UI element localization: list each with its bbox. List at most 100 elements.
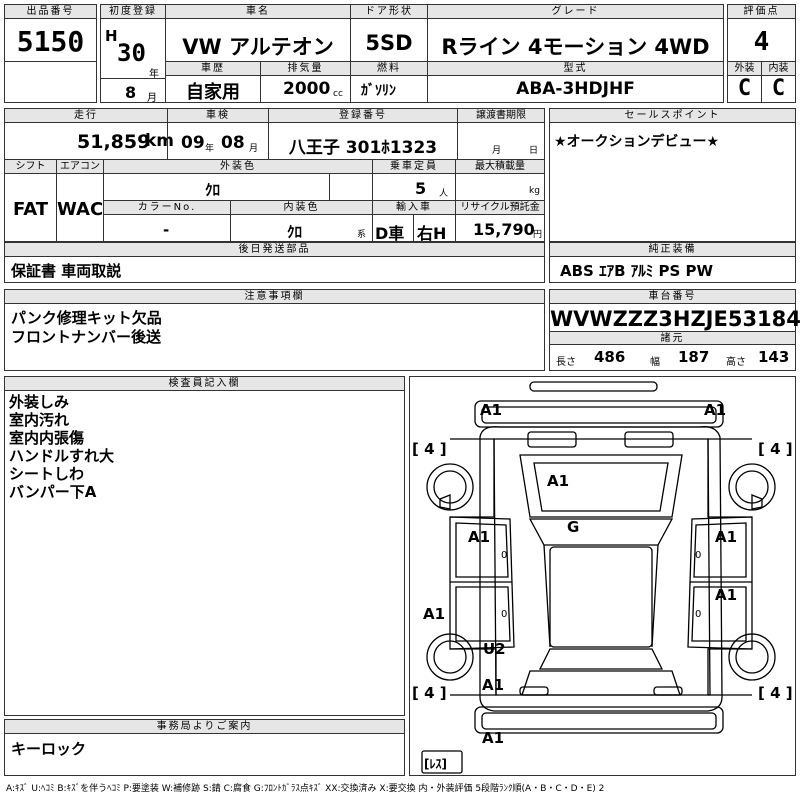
zero-mark: 0	[695, 609, 702, 620]
inspection-year-unit: 年	[205, 144, 215, 154]
first-registration-label: 初度登録	[101, 5, 165, 19]
genuine-equipment-text: ABS ｴｱB ｱﾙﾐ PS PW	[560, 262, 714, 280]
damage-mark: A1	[423, 605, 446, 623]
details-block: 走行 51,859 km 車検 09 年 08 月 登録番号 八王子 301ﾎ1…	[4, 108, 545, 243]
width-label: 幅	[650, 357, 660, 368]
color-no-label: カラーNo.	[104, 201, 230, 215]
later-parts-box: 後日発送部品 保証書 車両取説	[4, 242, 545, 283]
mileage-label: 走行	[5, 109, 167, 123]
grade-label: グレード	[428, 5, 723, 19]
inspector-label: 検査員記入欄	[5, 377, 404, 391]
door-label: ドア形状	[351, 5, 427, 19]
sales-point-label: セールスポイント	[550, 109, 795, 123]
tire-right-rear: [ 4 ]	[758, 684, 793, 702]
score-box: 評価点 4	[727, 4, 796, 62]
car-name-value: VW アルテオン	[182, 35, 334, 59]
inspector-line: 外装しみ	[9, 393, 70, 411]
exterior-rating-box: 外装 C	[727, 61, 762, 103]
door-box: ドア形状 5SD	[350, 4, 428, 62]
first-registration-box: 初度登録 H 30 年 8 月	[100, 4, 166, 104]
score-value: 4	[753, 27, 770, 57]
fuel-box: 燃料 ｶﾞｿﾘﾝ	[350, 61, 428, 103]
displacement-label: 排気量	[261, 62, 350, 76]
registration-year-value: 30	[117, 39, 146, 67]
damage-diagram-box: [ 4 ] [ 4 ] [ 4 ] [ 4 ] [ﾚｽ] A1 A1 A1 G …	[409, 376, 796, 776]
height-value: 143	[758, 348, 790, 366]
lot-number-box: 出品番号 5150	[4, 4, 97, 62]
mileage-unit: km	[145, 131, 175, 151]
displacement-value: 2000	[283, 79, 331, 99]
tire-right-front: [ 4 ]	[758, 440, 793, 458]
interior-rating-box: 内装 C	[761, 61, 796, 103]
interior-rating-value: C	[771, 76, 786, 101]
car-name-box: 車名 VW アルテオン	[165, 4, 351, 62]
fuel-label: 燃料	[351, 62, 427, 76]
door-value: 5SD	[365, 31, 413, 55]
inspection-year-value: 09	[181, 133, 205, 153]
fuel-value: ｶﾞｿﾘﾝ	[361, 83, 396, 99]
damage-mark: A1	[704, 401, 727, 419]
inspector-line: シートしわ	[9, 465, 85, 483]
import-value-2: 右H	[417, 224, 447, 243]
recycle-value: 15,790	[473, 220, 535, 239]
shift-value: FAT	[12, 199, 49, 220]
inspector-box: 検査員記入欄 外装しみ 室内汚れ 室内内張傷 ハンドルすれ大 シートしわ バンパ…	[4, 376, 405, 716]
length-label: 長さ	[556, 357, 576, 368]
damage-mark: A1	[468, 528, 491, 546]
capacity-label: 乗車定員	[373, 160, 455, 174]
inspection-month-unit: 月	[249, 144, 259, 154]
plate-value: 八王子 301ﾎ1323	[288, 138, 438, 158]
displacement-box: 排気量 2000 cc	[260, 61, 351, 103]
damage-mark: A1	[715, 528, 738, 546]
ac-label: エアコン	[57, 160, 103, 174]
capacity-value: 5	[415, 179, 427, 198]
exterior-rating-label: 外装	[728, 62, 761, 76]
score-label: 評価点	[728, 5, 795, 19]
inspector-line: 室内汚れ	[9, 411, 70, 429]
damage-mark: A1	[482, 729, 505, 747]
lot-number-label: 出品番号	[5, 5, 96, 19]
car-name-label: 車名	[166, 5, 350, 19]
damage-mark: U2	[483, 640, 506, 658]
mileage-value: 51,859	[77, 131, 151, 153]
model-value: ABA-3HDJHF	[516, 79, 635, 99]
width-value: 187	[678, 348, 710, 366]
zero-mark: 0	[695, 550, 702, 561]
model-label: 型式	[428, 62, 723, 76]
grade-box: グレード Rライン 4モーション 4WD	[427, 4, 724, 62]
month-unit: 月	[147, 93, 157, 104]
damage-mark: A1	[547, 472, 570, 490]
inspector-line: バンパー下A	[9, 483, 97, 501]
length-value: 486	[594, 348, 626, 366]
shift-label: シフト	[5, 160, 56, 174]
inspector-line: ハンドルすれ大	[9, 447, 115, 465]
int-color-label: 内装色	[231, 201, 372, 215]
history-box: 車歴 自家用	[165, 61, 261, 103]
zero-mark: 0	[501, 550, 508, 561]
ext-color-label: 外装色	[104, 160, 372, 174]
transfer-day-unit: 日	[529, 146, 539, 156]
office-label: 事務局よりご案内	[5, 720, 404, 734]
dims-label: 諸元	[550, 331, 795, 345]
color-no-value: -	[163, 221, 170, 239]
recycle-label: リサイクル預託金	[456, 201, 544, 215]
car-body-diagram	[421, 381, 776, 774]
grade-value: Rライン 4モーション 4WD	[441, 35, 710, 59]
transfer-deadline-label: 譲渡書期限	[458, 109, 544, 123]
lot-blank-box	[4, 61, 97, 103]
model-box: 型式 ABA-3HDJHF	[427, 61, 724, 103]
height-label: 高さ	[726, 357, 746, 368]
notes-label: 注意事項欄	[5, 290, 544, 304]
later-parts-label: 後日発送部品	[5, 243, 544, 257]
max-load-label: 最大積載量	[456, 160, 544, 174]
ac-value: WAC	[57, 199, 104, 220]
displacement-unit: cc	[333, 89, 343, 99]
era-value: H	[105, 27, 118, 45]
zero-mark: 0	[501, 609, 508, 620]
inspection-label: 車検	[168, 109, 268, 123]
office-box: 事務局よりご案内 キーロック	[4, 719, 405, 776]
damage-mark: A1	[482, 676, 505, 694]
damage-mark: G	[567, 518, 580, 536]
damage-mark: A1	[715, 586, 738, 604]
spare-tire-label: [ﾚｽ]	[424, 757, 447, 771]
